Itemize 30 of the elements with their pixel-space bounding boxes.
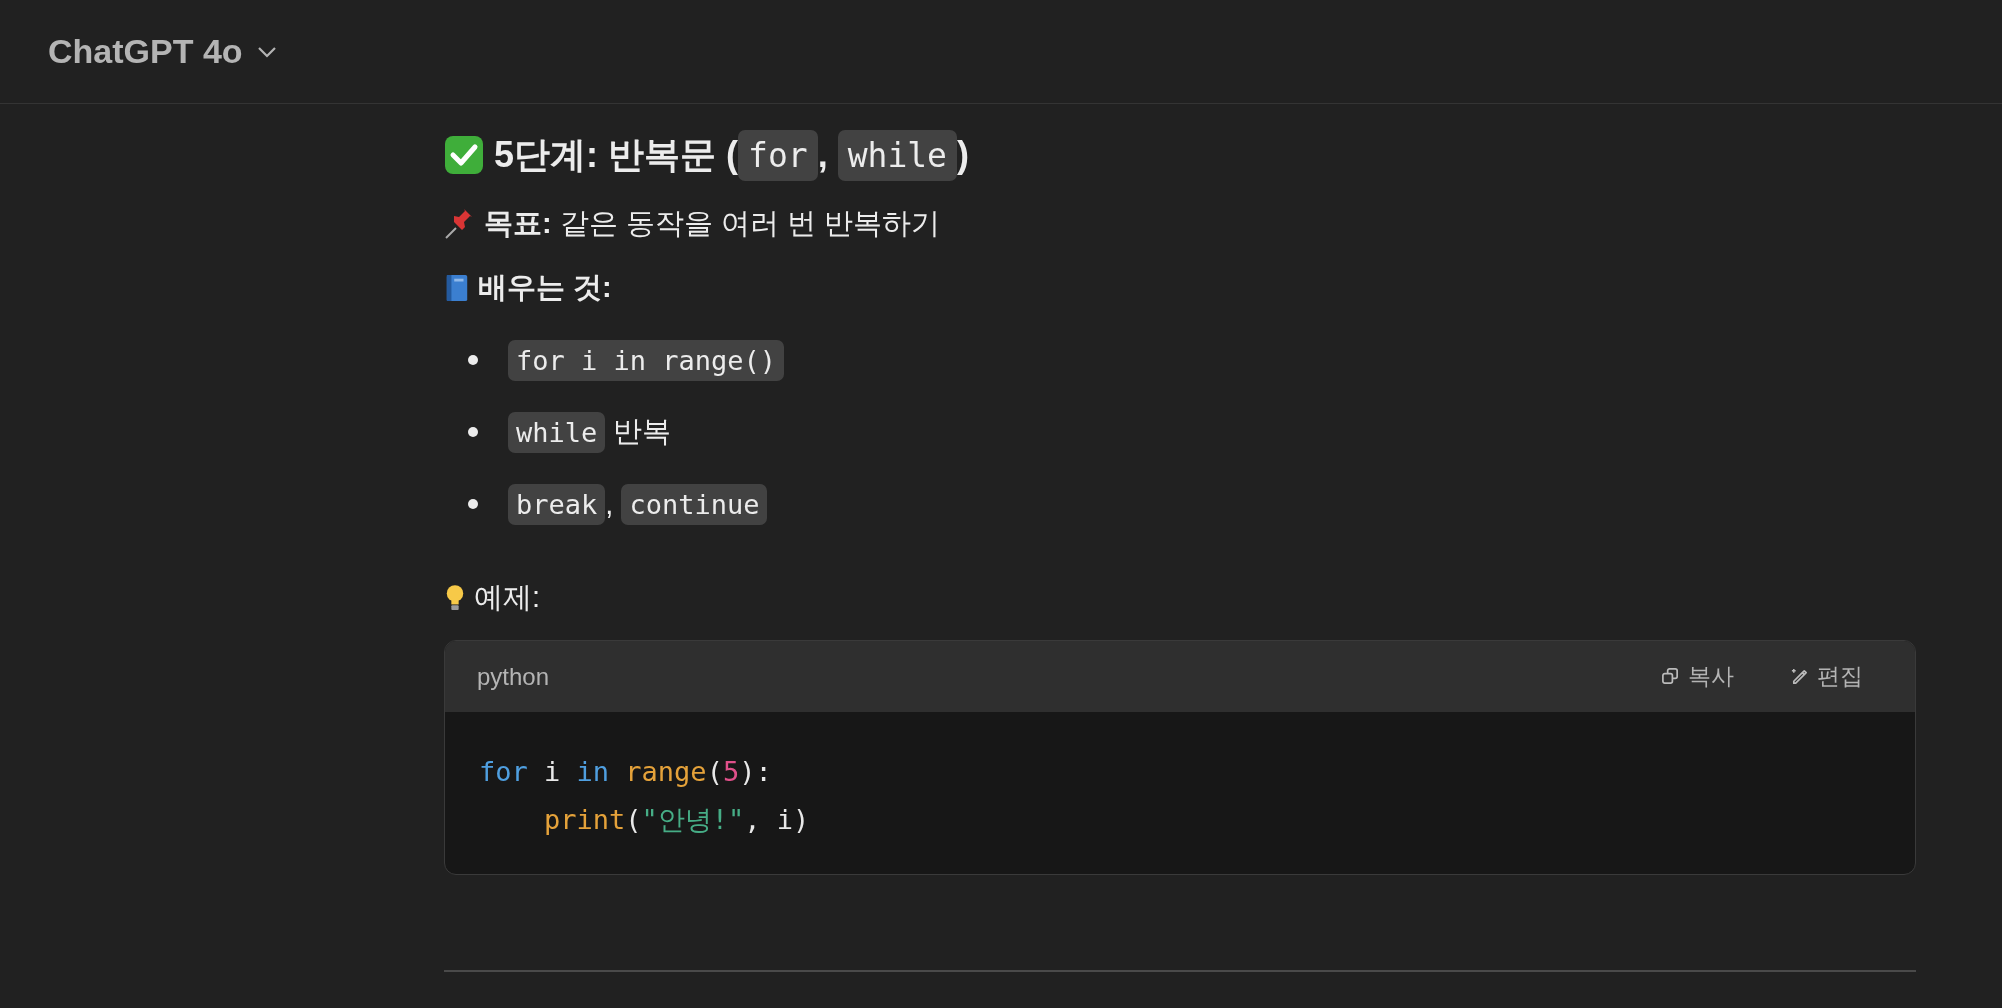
bullet-text: 반복 xyxy=(612,414,672,449)
edit-button[interactable]: 편집 xyxy=(1782,657,1871,696)
pencil-icon xyxy=(1790,667,1809,686)
code-line: for i in range(5): xyxy=(479,755,773,789)
copy-button[interactable]: 복사 xyxy=(1653,657,1742,696)
goal-text: 같은 동작을 여러 번 반복하기 xyxy=(559,206,940,241)
check-icon xyxy=(444,135,484,175)
language-label: python xyxy=(477,662,550,691)
model-selector[interactable]: ChatGPT 4o xyxy=(36,24,289,79)
section-label: 예제: xyxy=(474,580,541,615)
heading-text: ) xyxy=(957,134,969,176)
code-line: print("안녕!", i) xyxy=(543,803,811,837)
heading-text: , xyxy=(817,134,829,176)
inline-code: for i in range() xyxy=(508,339,785,381)
heading-text: 5단계: 반복문 ( xyxy=(494,132,738,177)
inline-code: break xyxy=(508,483,606,525)
inline-code: continue xyxy=(621,483,768,525)
chevron-down-icon xyxy=(256,45,277,58)
book-icon xyxy=(444,272,470,304)
bullet-icon xyxy=(468,499,478,509)
inline-code: while xyxy=(837,129,957,181)
bullet-icon xyxy=(468,355,478,365)
copy-icon xyxy=(1661,667,1680,686)
goal-label: 목표: xyxy=(484,206,552,241)
section-label: 배우는 것: xyxy=(478,270,612,305)
inline-code: while xyxy=(508,411,606,453)
inline-code: for xyxy=(738,129,818,181)
bullet-icon xyxy=(468,427,478,437)
bullet-text: , xyxy=(605,487,615,521)
lightbulb-icon xyxy=(444,583,466,613)
